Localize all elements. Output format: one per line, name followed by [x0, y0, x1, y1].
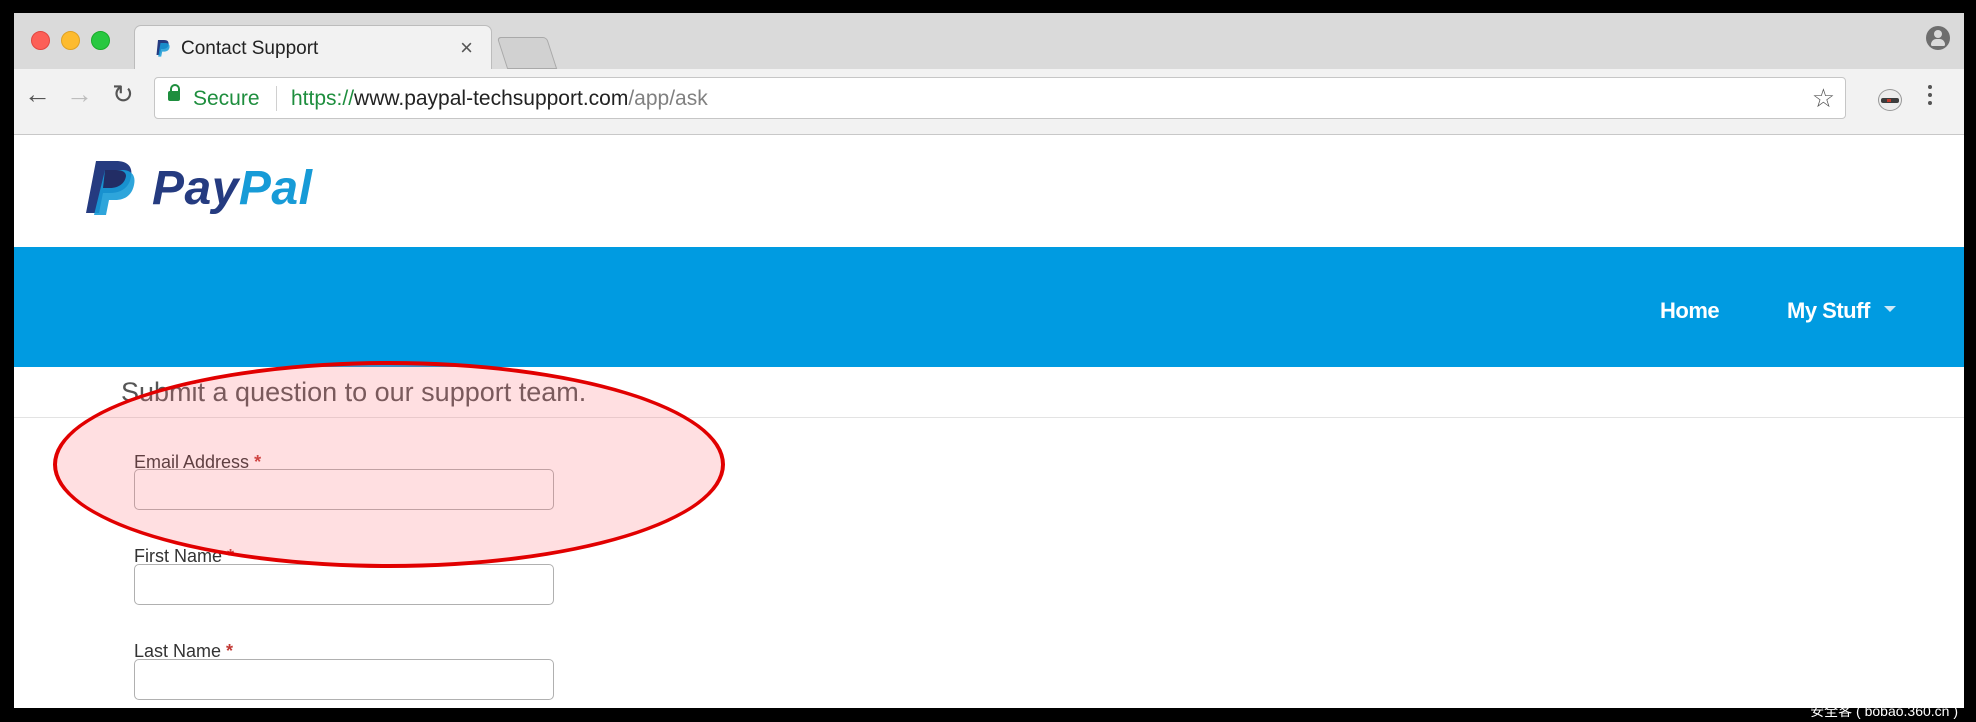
- address-bar[interactable]: Secure https://www.paypal-techsupport.co…: [154, 77, 1846, 119]
- nav-my-stuff-dropdown[interactable]: My Stuff: [1787, 298, 1896, 324]
- secure-label: Secure: [193, 87, 260, 110]
- heading-divider: [14, 417, 1964, 418]
- incognito-extension-icon[interactable]: [1878, 89, 1902, 111]
- site-nav-bar: Home My Stuff: [14, 247, 1964, 367]
- bookmark-star-icon[interactable]: ☆: [1812, 83, 1835, 114]
- url-path: /app/ask: [628, 87, 708, 110]
- back-arrow-icon[interactable]: ←: [24, 81, 51, 108]
- form-heading: Submit a question to our support team.: [121, 377, 587, 407]
- last-name-field[interactable]: [134, 659, 554, 700]
- nav-my-stuff-label: My Stuff: [1787, 298, 1870, 323]
- url-text[interactable]: https://www.paypal-techsupport.com/app/a…: [291, 87, 708, 111]
- first-name-label-text: First Name: [134, 546, 223, 566]
- url-host: www.paypal-techsupport.com: [354, 87, 629, 110]
- nav-home-link[interactable]: Home: [1660, 298, 1720, 324]
- tab-contact-support[interactable]: Contact Support ×: [134, 25, 492, 69]
- caret-down-icon: [1883, 306, 1896, 313]
- browser-window: Contact Support × ← → ↻ Secure https://w…: [14, 13, 1964, 708]
- required-marker: *: [227, 546, 235, 566]
- paypal-logo-mark-icon: [86, 161, 135, 215]
- tab-title: Contact Support: [181, 38, 319, 59]
- required-marker: *: [226, 641, 234, 661]
- forward-arrow-icon[interactable]: →: [66, 81, 93, 108]
- address-bar-divider: [276, 86, 277, 111]
- window-close-button[interactable]: [31, 31, 50, 50]
- profile-icon[interactable]: [1926, 26, 1950, 50]
- logo-pal-text: Pal: [238, 162, 313, 215]
- page-content: PayPal Home My Stuff Submit a question t…: [14, 135, 1964, 708]
- email-field[interactable]: [134, 469, 554, 510]
- logo-pay-text: Pay: [152, 162, 239, 215]
- browser-menu-icon[interactable]: [1928, 85, 1933, 109]
- url-scheme: https://: [291, 87, 355, 110]
- paypal-wordmark: PayPal: [152, 161, 312, 216]
- first-name-field[interactable]: [134, 564, 554, 605]
- browser-toolbar: ← → ↻ Secure https://www.paypal-techsupp…: [14, 69, 1964, 135]
- reload-icon[interactable]: ↻: [112, 81, 134, 107]
- watermark-text: 安全客 ( bobao.360.cn ): [1810, 703, 1958, 719]
- tab-close-icon[interactable]: ×: [460, 35, 473, 61]
- paypal-favicon-icon: [156, 40, 170, 57]
- window-maximize-button[interactable]: [91, 31, 110, 50]
- new-tab-button[interactable]: [496, 37, 558, 69]
- tab-bar: Contact Support ×: [14, 13, 1964, 69]
- lock-icon: [168, 84, 180, 101]
- last-name-label-text: Last Name: [134, 641, 222, 661]
- window-minimize-button[interactable]: [61, 31, 80, 50]
